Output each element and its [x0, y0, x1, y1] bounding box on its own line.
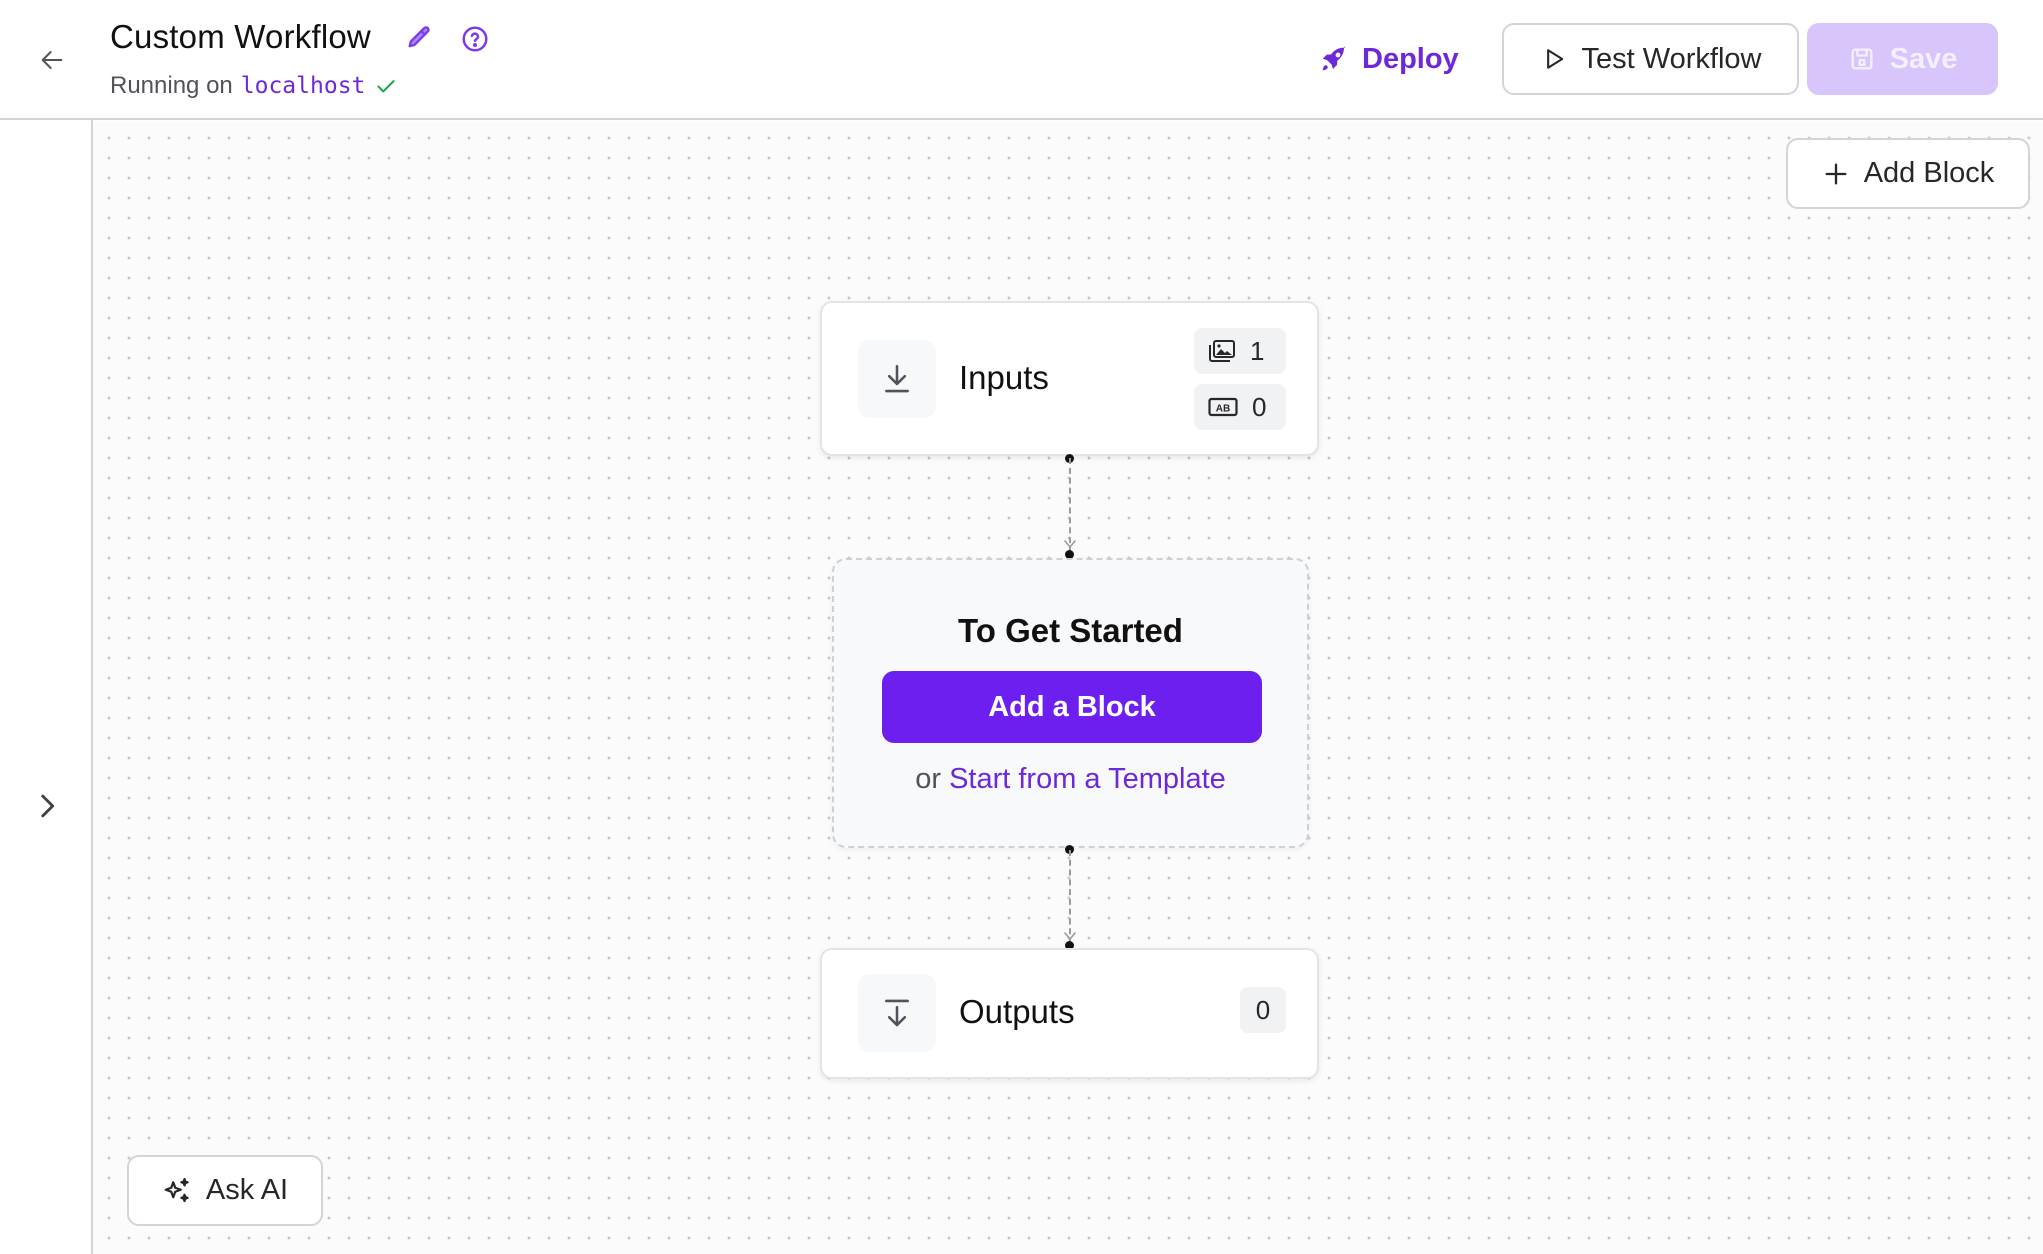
rocket-icon [1322, 46, 1346, 71]
help-button[interactable] [460, 24, 490, 54]
edit-title-button[interactable] [405, 24, 433, 52]
svg-text:AB: AB [1216, 404, 1230, 415]
start-from-template-link[interactable]: Start from a Template [949, 763, 1226, 795]
add-block-label: Add Block [1863, 157, 1995, 189]
template-prompt-prefix: or [915, 763, 942, 795]
get-started-node: To Get Started Add a Block or Start from… [832, 558, 1309, 848]
run-status-prefix: Running on [110, 72, 233, 99]
images-icon [1209, 340, 1235, 362]
arrow-left-icon [41, 51, 63, 69]
run-status: Running on localhost [110, 72, 399, 100]
outputs-node[interactable]: Outputs 0 [820, 948, 1319, 1079]
check-icon [377, 80, 395, 93]
arrow-down-to-line-icon [885, 999, 909, 1027]
workflow-title: Custom Workflow [110, 18, 371, 56]
inputs-node-icon-wrap [858, 340, 936, 418]
outputs-node-icon-wrap [858, 974, 936, 1052]
inputs-node[interactable]: Inputs 1 AB 0 [820, 301, 1319, 456]
save-icon [1851, 48, 1873, 70]
outputs-count-badge: 0 [1240, 987, 1286, 1033]
outputs-count: 0 [1255, 994, 1271, 1025]
deploy-label: Deploy [1362, 42, 1459, 75]
text-inputs-badge: AB 0 [1194, 384, 1286, 430]
text-inputs-count: 0 [1252, 391, 1267, 422]
expand-sidebar-button[interactable] [30, 788, 64, 824]
chevron-right-icon [41, 794, 55, 818]
plus-icon [1825, 163, 1847, 184]
back-button[interactable] [36, 44, 68, 76]
test-workflow-button[interactable]: Test Workflow [1502, 23, 1799, 95]
left-sidebar [0, 120, 93, 1254]
image-inputs-badge: 1 [1194, 328, 1286, 374]
edge-arrowhead [1064, 540, 1076, 549]
pencil-icon [408, 26, 430, 48]
text-ab-icon: AB [1208, 397, 1238, 417]
template-prompt: or Start from a Template [834, 763, 1307, 796]
deploy-button[interactable]: Deploy [1318, 38, 1459, 80]
save-button[interactable]: Save [1807, 23, 1998, 95]
ask-ai-button[interactable]: Ask AI [127, 1155, 323, 1226]
play-icon [1546, 49, 1563, 69]
outputs-node-label: Outputs [959, 993, 1075, 1030]
save-label: Save [1889, 42, 1958, 75]
ask-ai-label: Ask AI [205, 1174, 289, 1206]
add-a-block-button[interactable]: Add a Block [882, 671, 1262, 743]
inputs-node-label: Inputs [959, 359, 1049, 396]
download-icon [885, 364, 909, 393]
run-host: localhost [240, 73, 366, 99]
image-inputs-count: 1 [1250, 335, 1265, 366]
sparkles-icon [164, 1177, 189, 1202]
workflow-title-text: Custom Workflow [110, 18, 371, 55]
get-started-title: To Get Started [958, 612, 1183, 649]
question-circle-icon [462, 26, 488, 52]
add-block-button[interactable]: Add Block [1786, 138, 2030, 209]
top-bar: Custom Workflow Running on localhost Dep… [0, 0, 2043, 120]
test-workflow-label: Test Workflow [1581, 42, 1762, 75]
